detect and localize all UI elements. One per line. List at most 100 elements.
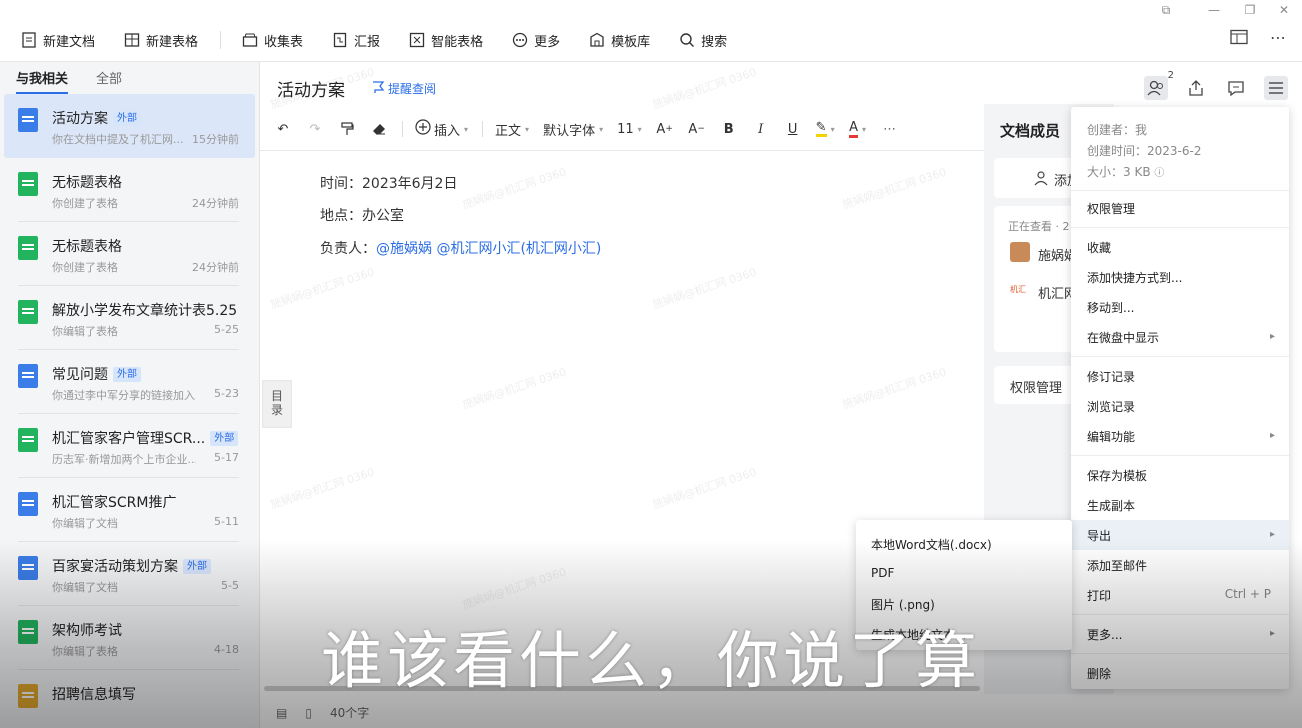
collect-form-button[interactable]: 收集表: [235, 25, 309, 55]
format-divider: [482, 121, 484, 137]
more-button[interactable]: 更多: [505, 25, 566, 55]
list-item[interactable]: 机汇管家客户管理SCR... 外部历志军·新增加两个上市企业... 5-17: [4, 414, 255, 478]
undo-icon[interactable]: ↶: [270, 116, 296, 142]
doc-line-place[interactable]: 地点：办公室: [320, 205, 404, 225]
list-item-time: 5-17: [214, 451, 239, 464]
format-painter-icon[interactable]: [334, 116, 360, 142]
font-family-select[interactable]: 默认字体 ▾: [539, 116, 607, 142]
insert-button[interactable]: 插入 ▾: [411, 116, 472, 142]
clear-format-icon[interactable]: [366, 116, 392, 142]
owner-mentions[interactable]: @施娲娲 @机汇网小汇(机汇网小汇): [376, 241, 601, 257]
members-button[interactable]: 2: [1144, 70, 1174, 100]
new-sheet-button[interactable]: 新建表格: [117, 25, 204, 55]
menu-size-value: 大小：3 KB: [1087, 165, 1151, 179]
menu-print[interactable]: 打印: [1087, 587, 1111, 604]
external-badge: 外部: [113, 110, 141, 126]
export-word[interactable]: 本地Word文档(.docx): [871, 536, 992, 553]
external-badge: 外部: [113, 366, 141, 382]
font-color-icon[interactable]: A ▾: [845, 116, 871, 142]
smart-sheet-button[interactable]: 智能表格: [402, 25, 489, 55]
menu-divider: [1071, 455, 1289, 456]
minimize-icon[interactable]: —: [1206, 2, 1222, 18]
members-title: 文档成员: [1000, 122, 1061, 140]
menu-revisions[interactable]: 修订记录: [1087, 368, 1135, 385]
list-item[interactable]: 无标题表格 你创建了表格 24分钟前: [4, 222, 255, 286]
menu-browse-history[interactable]: 浏览记录: [1087, 398, 1135, 415]
document-title[interactable]: 活动方案: [277, 76, 345, 101]
menu-edit-features[interactable]: 编辑功能: [1087, 428, 1135, 445]
page-view-icon[interactable]: ▯: [305, 706, 312, 720]
menu-favorite[interactable]: 收藏: [1087, 239, 1111, 256]
close-icon[interactable]: ✕: [1276, 2, 1292, 18]
menu-export[interactable]: 导出: [1087, 527, 1111, 544]
new-doc-button[interactable]: 新建文档: [14, 25, 101, 55]
menu-add-mail[interactable]: 添加至邮件: [1087, 557, 1147, 574]
list-item[interactable]: 常见问题 外部 你通过李中军分享的链接加入... 5-23: [4, 350, 255, 414]
report-button[interactable]: 汇报: [325, 25, 386, 55]
increase-font-icon[interactable]: A +: [652, 116, 678, 142]
italic-icon[interactable]: I: [748, 116, 774, 142]
underline-icon[interactable]: U: [780, 116, 806, 142]
hamburger-menu-icon[interactable]: [1264, 76, 1288, 100]
pin-window-icon[interactable]: ⧉: [1158, 2, 1174, 18]
tab-related[interactable]: 与我相关: [16, 68, 69, 94]
chevron-down-icon: ▾: [830, 124, 835, 134]
list-item-name: 无标题表格: [52, 239, 122, 255]
menu-move-to[interactable]: 移动到...: [1087, 299, 1134, 316]
list-item[interactable]: 机汇管家SCRM推广 你编辑了文档 5-11: [4, 478, 255, 542]
paragraph-style-select[interactable]: 正文 ▾: [491, 116, 533, 142]
maximize-icon[interactable]: ❐: [1242, 2, 1258, 18]
watermark: 施娲娲@机汇网 0360: [650, 265, 759, 312]
menu-save-template[interactable]: 保存为模板: [1087, 467, 1147, 484]
new-sheet-label: 新建表格: [146, 34, 199, 50]
list-item-activity: 你在文档中提及了机汇网...: [52, 133, 184, 146]
list-item[interactable]: 解放小学发布文章统计表5.25 你编辑了表格 5-25: [4, 286, 255, 350]
list-item[interactable]: 百家宴活动策划方案 外部 你编辑了文档 5-5: [4, 542, 255, 606]
doc-line-owner[interactable]: 负责人：@施娲娲 @机汇网小汇(机汇网小汇): [320, 238, 601, 258]
list-item-title: 百家宴活动策划方案 外部: [52, 556, 211, 576]
bold-icon[interactable]: B: [716, 116, 742, 142]
smart-sheet-label: 智能表格: [431, 34, 484, 50]
sheet-file-icon: [18, 428, 38, 452]
list-item-title: 机汇管家客户管理SCR... 外部: [52, 428, 239, 448]
menu-add-shortcut[interactable]: 添加快捷方式到...: [1087, 269, 1182, 286]
list-item-activity: 历志军·新增加两个上市企业...: [52, 453, 196, 466]
layout-toggle-icon[interactable]: [1228, 26, 1250, 48]
list-item-name: 百家宴活动策划方案: [52, 559, 178, 575]
word-count[interactable]: 40个字: [330, 704, 369, 721]
share-icon[interactable]: [1184, 76, 1208, 100]
flag-icon: [371, 81, 385, 96]
list-item-title: 常见问题 外部: [52, 364, 141, 384]
report-label: 汇报: [354, 34, 381, 50]
list-item-activity: 你创建了表格: [52, 197, 118, 210]
overflow-menu-icon[interactable]: ⋯: [1267, 26, 1289, 48]
font-size-select[interactable]: 11 ▾: [613, 116, 646, 142]
template-button[interactable]: 模板库: [582, 25, 656, 55]
list-item[interactable]: 无标题表格 你创建了表格 24分钟前: [4, 158, 255, 222]
menu-permission[interactable]: 权限管理: [1087, 200, 1135, 217]
export-pdf[interactable]: PDF: [871, 566, 894, 580]
toc-label: 目录: [270, 389, 283, 417]
insert-label: 插入: [434, 123, 461, 139]
list-item[interactable]: 活动方案 外部 你在文档中提及了机汇网... 15分钟前: [4, 94, 255, 158]
highlight-icon[interactable]: ✎ ▾: [812, 116, 839, 142]
comment-icon[interactable]: [1224, 76, 1248, 100]
doc-file-icon: [18, 364, 38, 388]
menu-make-copy[interactable]: 生成副本: [1087, 497, 1135, 514]
redo-icon[interactable]: ↷: [302, 116, 328, 142]
collect-form-label: 收集表: [264, 34, 304, 50]
toc-button[interactable]: 目录: [262, 380, 292, 428]
remind-read-button[interactable]: 提醒查阅: [371, 80, 436, 97]
decrease-font-icon[interactable]: A −: [684, 116, 710, 142]
menu-show-in-drive[interactable]: 在微盘中显示: [1087, 329, 1159, 346]
new-doc-label: 新建文档: [43, 34, 96, 50]
search-button[interactable]: 搜索: [672, 25, 733, 55]
doc-line-time[interactable]: 时间：2023年6月2日: [320, 173, 457, 193]
avatar: [1010, 242, 1030, 262]
menu-created-time: 创建时间：2023-6-2: [1087, 144, 1202, 158]
tab-all[interactable]: 全部: [96, 68, 122, 87]
chevron-right-icon: ▸: [1269, 331, 1275, 342]
outline-view-icon[interactable]: ▤: [276, 706, 287, 720]
chevron-down-icon: ▾: [525, 124, 530, 134]
more-format-icon[interactable]: ⋯: [877, 116, 903, 142]
